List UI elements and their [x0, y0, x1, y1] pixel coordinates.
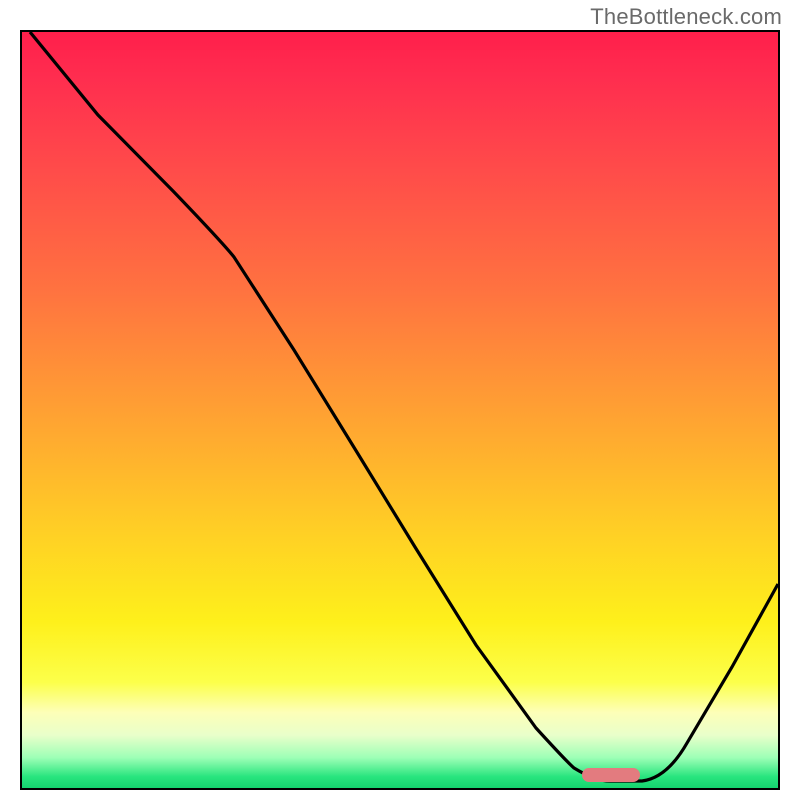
watermark-text: TheBottleneck.com [590, 4, 782, 30]
plot-frame [20, 30, 780, 790]
bottleneck-curve [22, 32, 778, 788]
curve-path [30, 32, 778, 781]
chart-container: TheBottleneck.com [0, 0, 800, 800]
optimal-range-marker [582, 768, 640, 782]
